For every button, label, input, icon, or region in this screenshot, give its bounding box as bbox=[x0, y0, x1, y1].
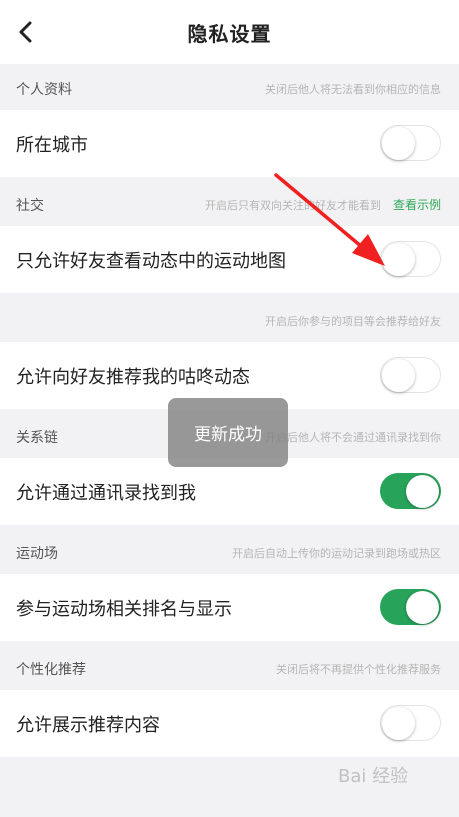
setting-row-ranking: 参与运动场相关排名与显示 bbox=[0, 574, 459, 641]
section-header-social: 社交 开启后只有双向关注的好友才能看到 查看示例 bbox=[0, 182, 459, 226]
section-label: 运动场 bbox=[16, 546, 58, 562]
section-description: 开启后你参与的项目等会推荐给好友 bbox=[265, 315, 441, 328]
page-title: 隐私设置 bbox=[187, 22, 272, 46]
setting-label: 允许通过通讯录找到我 bbox=[16, 483, 196, 504]
setting-label: 所在城市 bbox=[16, 135, 88, 156]
section-description: 关闭后他人将无法看到你相应的信息 bbox=[265, 83, 441, 96]
toggle-knob bbox=[382, 359, 415, 392]
section-description: 开启后只有双向关注的好友才能看到 bbox=[205, 199, 381, 212]
toggle-knob bbox=[382, 127, 415, 160]
setting-row-city: 所在城市 bbox=[0, 110, 459, 177]
toggle-knob bbox=[382, 243, 415, 276]
personalized-toggle[interactable] bbox=[380, 705, 441, 741]
toast-message: 更新成功 bbox=[168, 398, 288, 467]
section-description: 开启后自动上传你的运动记录到跑场或热区 bbox=[232, 547, 441, 560]
baidu-watermark: Bai 经验 bbox=[338, 766, 409, 787]
recommend-feed-toggle[interactable] bbox=[380, 357, 441, 393]
section-description: 关闭后将不再提供个性化推荐服务 bbox=[276, 663, 441, 676]
city-toggle[interactable] bbox=[380, 125, 441, 161]
view-example-link[interactable]: 查看示例 bbox=[393, 196, 441, 213]
section-description: 开启后他人将不会通过通讯录找到你 bbox=[265, 431, 441, 444]
section-label: 个性化推荐 bbox=[16, 662, 86, 678]
ranking-toggle[interactable] bbox=[380, 589, 441, 625]
setting-row-contacts: 允许通过通讯录找到我 bbox=[0, 458, 459, 525]
section-header-recommend: 开启后你参与的项目等会推荐给好友 bbox=[0, 298, 459, 342]
contacts-toggle[interactable] bbox=[380, 473, 441, 509]
toggle-knob bbox=[382, 707, 415, 740]
header-bar: 隐私设置 bbox=[0, 0, 459, 64]
setting-label: 参与运动场相关排名与显示 bbox=[16, 599, 232, 620]
section-label: 社交 bbox=[16, 198, 44, 214]
section-header-sports: 运动场 开启后自动上传你的运动记录到跑场或热区 bbox=[0, 530, 459, 574]
setting-row-sport-map: 只允许好友查看动态中的运动地图 bbox=[0, 226, 459, 293]
setting-label: 只允许好友查看动态中的运动地图 bbox=[16, 251, 286, 272]
sport-map-toggle[interactable] bbox=[380, 241, 441, 277]
setting-label: 允许向好友推荐我的咕咚动态 bbox=[16, 367, 250, 388]
toggle-knob bbox=[406, 474, 439, 508]
setting-row-personalized: 允许展示推荐内容 bbox=[0, 690, 459, 757]
section-header-personalize: 个性化推荐 关闭后将不再提供个性化推荐服务 bbox=[0, 646, 459, 690]
toggle-knob bbox=[406, 590, 439, 624]
section-label: 个人资料 bbox=[16, 82, 72, 98]
section-header-personal: 个人资料 关闭后他人将无法看到你相应的信息 bbox=[0, 66, 459, 110]
setting-label: 允许展示推荐内容 bbox=[16, 715, 160, 736]
section-label: 关系链 bbox=[16, 430, 58, 446]
